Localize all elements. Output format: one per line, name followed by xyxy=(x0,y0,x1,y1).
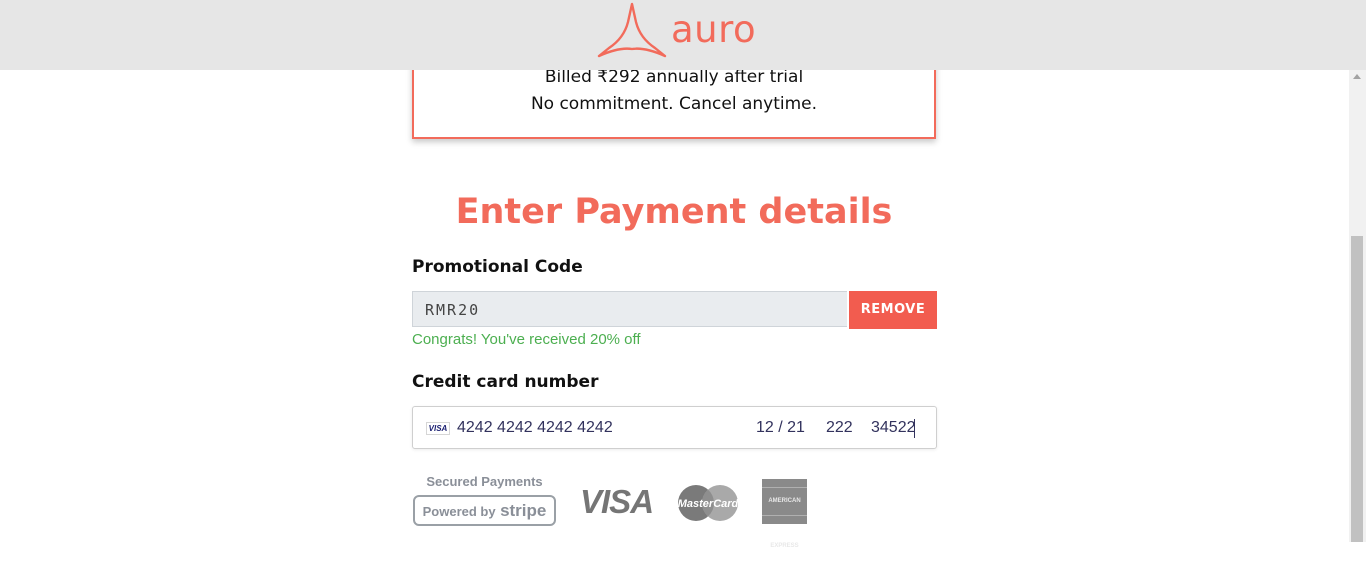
card-zip-input[interactable]: 34522 xyxy=(871,418,916,438)
header-bar: auro xyxy=(0,0,1366,70)
secured-payments-text: Secured Payments xyxy=(426,474,543,489)
brand-name: auro xyxy=(671,8,757,51)
page-scrollbar[interactable] xyxy=(1349,70,1366,542)
amex-text: AMERICAN EXPRESS xyxy=(768,498,801,549)
stripe-badge: Secured Payments Powered by stripe xyxy=(413,474,556,526)
amex-logo-icon: AMERICAN EXPRESS xyxy=(762,479,807,549)
card-cvc-input[interactable]: 222 xyxy=(826,418,853,438)
remove-promo-button[interactable]: REMOVE xyxy=(849,291,937,329)
mastercard-text: MasterCard xyxy=(678,498,739,510)
text-caret xyxy=(914,419,915,438)
auro-logo-icon xyxy=(597,2,667,58)
stripe-logo-text: stripe xyxy=(500,501,547,520)
promo-code-label: Promotional Code xyxy=(412,257,583,277)
card-number-input[interactable]: 4242 4242 4242 4242 xyxy=(457,418,613,438)
mastercard-logo-icon: MasterCard xyxy=(678,485,739,521)
powered-by-text: Powered by xyxy=(422,504,496,519)
visa-card-icon: VISA xyxy=(426,422,450,435)
visa-logo: VISA xyxy=(580,483,654,520)
promo-success-message: Congrats! You've received 20% off xyxy=(412,331,641,348)
payment-heading: Enter Payment details xyxy=(455,192,893,232)
card-expiry-input[interactable]: 12 / 21 xyxy=(756,418,805,438)
powered-by-stripe-box: Powered by stripe xyxy=(413,495,556,526)
billing-note: Billed ₹292 annually after trial xyxy=(544,67,804,87)
promo-code-input[interactable]: RMR20 xyxy=(412,291,847,327)
commitment-note: No commitment. Cancel anytime. xyxy=(530,94,818,114)
scroll-up-arrow-icon[interactable] xyxy=(1353,74,1361,79)
card-input-field[interactable]: VISA 4242 4242 4242 4242 12 / 21 222 345… xyxy=(412,406,937,449)
scroll-thumb[interactable] xyxy=(1351,236,1363,542)
card-number-label: Credit card number xyxy=(412,372,599,392)
